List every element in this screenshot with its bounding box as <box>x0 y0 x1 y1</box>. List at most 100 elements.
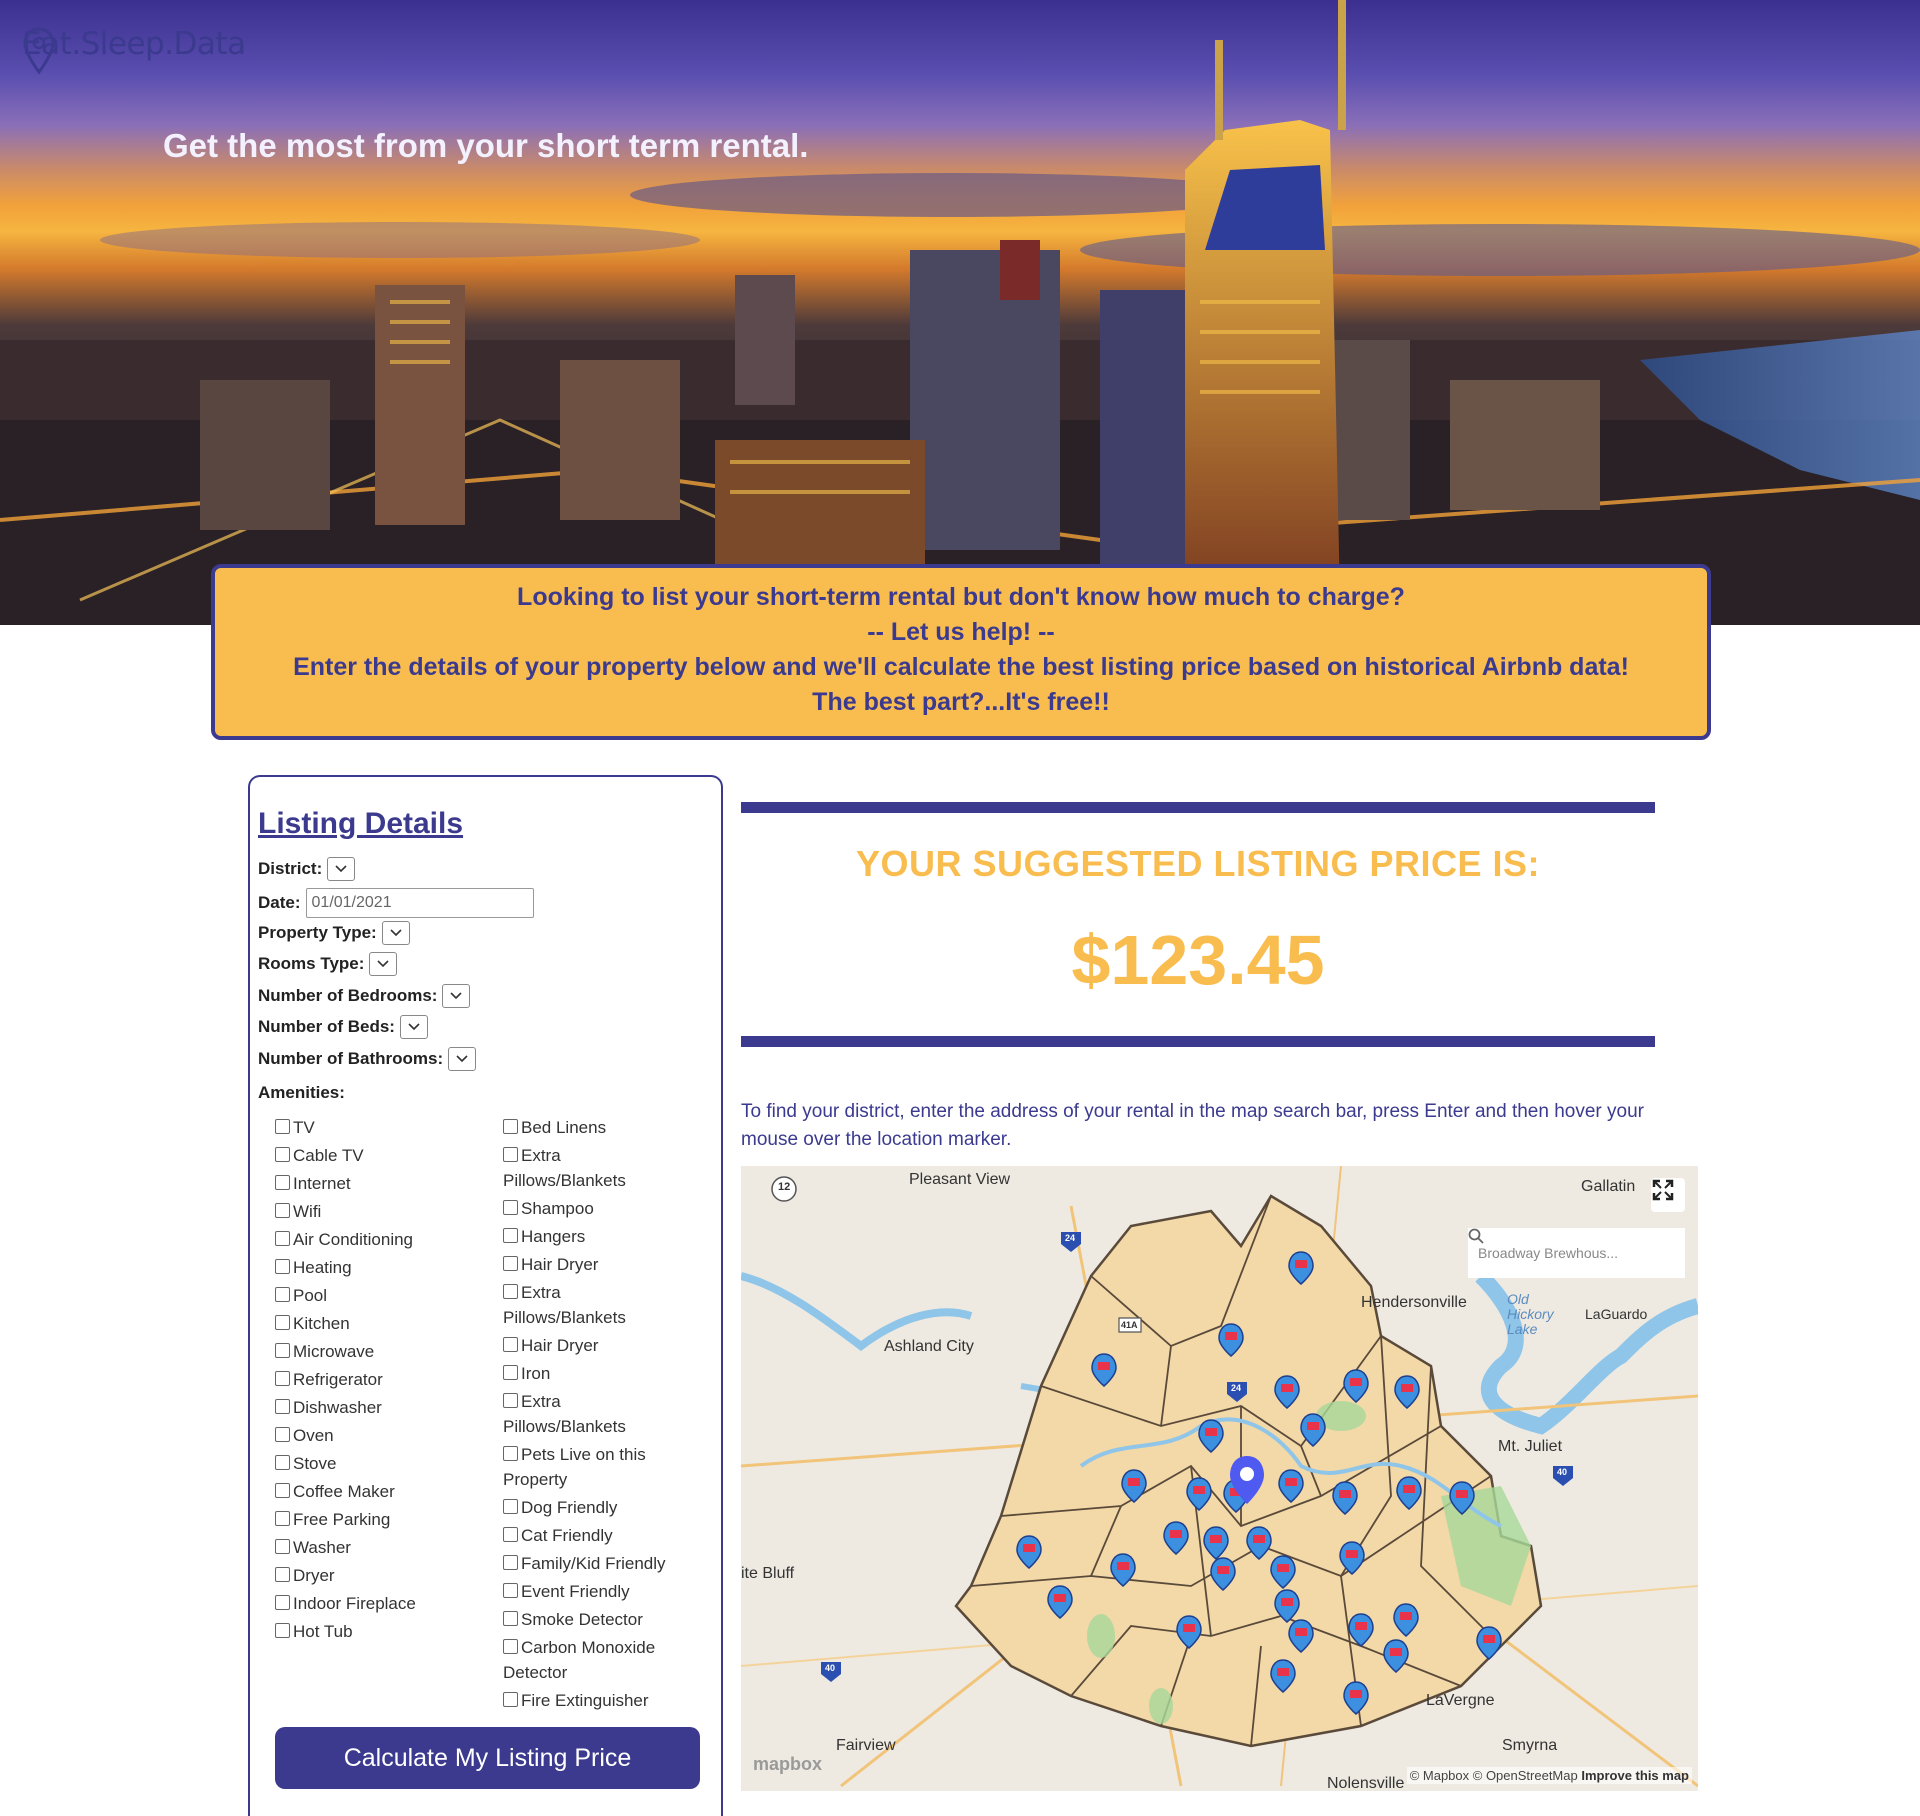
chevron-down-icon <box>456 1055 468 1063</box>
place-label: Fairview <box>836 1737 896 1754</box>
checkbox-box[interactable] <box>275 1315 290 1330</box>
amenity-checkbox[interactable]: Shampoo <box>503 1196 703 1221</box>
checkbox-box[interactable] <box>503 1555 518 1570</box>
attribution-text[interactable]: © Mapbox © OpenStreetMap <box>1410 1768 1578 1783</box>
beds-label: Number of Beds: <box>258 1017 395 1036</box>
amenity-checkbox[interactable]: Hot Tub <box>275 1619 475 1644</box>
amenity-checkbox[interactable]: Pets Live on this Property <box>503 1442 678 1492</box>
amenity-checkbox[interactable]: Family/Kid Friendly <box>503 1551 703 1576</box>
checkbox-box[interactable] <box>503 1337 518 1352</box>
amenity-checkbox[interactable]: Free Parking <box>275 1507 475 1532</box>
checkbox-box[interactable] <box>275 1343 290 1358</box>
checkbox-box[interactable] <box>275 1567 290 1582</box>
amenity-checkbox[interactable]: Washer <box>275 1535 475 1560</box>
amenity-checkbox[interactable]: Heating <box>275 1255 475 1280</box>
amenity-checkbox[interactable]: Stove <box>275 1451 475 1476</box>
amenity-checkbox[interactable]: Fire Extinguisher <box>503 1688 703 1713</box>
checkbox-box[interactable] <box>503 1119 518 1134</box>
checkbox-box[interactable] <box>275 1147 290 1162</box>
checkbox-box[interactable] <box>503 1692 518 1707</box>
improve-map-link[interactable]: Improve this map <box>1581 1768 1689 1783</box>
amenity-checkbox[interactable]: Dishwasher <box>275 1395 475 1420</box>
amenity-checkbox[interactable]: Hangers <box>503 1224 703 1249</box>
checkbox-box[interactable] <box>503 1393 518 1408</box>
checkbox-box[interactable] <box>275 1399 290 1414</box>
amenity-checkbox[interactable]: Refrigerator <box>275 1367 475 1392</box>
checkbox-box[interactable] <box>503 1228 518 1243</box>
fullscreen-button[interactable] <box>1651 1178 1685 1212</box>
checkbox-box[interactable] <box>275 1455 290 1470</box>
amenity-checkbox[interactable]: Coffee Maker <box>275 1479 475 1504</box>
amenity-checkbox[interactable]: Extra Pillows/Blankets <box>503 1389 663 1439</box>
checkbox-box[interactable] <box>275 1203 290 1218</box>
checkbox-box[interactable] <box>503 1583 518 1598</box>
rooms-type-select[interactable] <box>369 952 398 976</box>
hero-tagline: Get the most from your short term rental… <box>163 127 809 164</box>
calculate-price-button[interactable]: Calculate My Listing Price <box>275 1727 700 1789</box>
checkbox-box[interactable] <box>503 1147 518 1162</box>
route-shield-label: 41A <box>1121 1320 1138 1330</box>
amenity-checkbox[interactable]: Pool <box>275 1283 475 1308</box>
brand-logo[interactable]: Eat.Sleep.Data <box>22 26 246 75</box>
bedrooms-select[interactable] <box>442 984 471 1008</box>
checkbox-box[interactable] <box>275 1623 290 1638</box>
checkbox-box[interactable] <box>275 1483 290 1498</box>
amenity-checkbox[interactable]: Indoor Fireplace <box>275 1591 475 1616</box>
amenity-checkbox[interactable]: Dog Friendly <box>503 1495 703 1520</box>
checkbox-box[interactable] <box>275 1287 290 1302</box>
checkbox-box[interactable] <box>275 1511 290 1526</box>
place-label: Gallatin <box>1581 1178 1636 1195</box>
checkbox-box[interactable] <box>275 1539 290 1554</box>
amenity-checkbox[interactable]: Internet <box>275 1171 475 1196</box>
property-type-select[interactable] <box>381 921 410 945</box>
map-search-input[interactable] <box>1478 1245 1658 1261</box>
district-map[interactable]: 12 24 41A 24 40 40 Pleasant View Gallati… <box>741 1166 1698 1791</box>
amenity-checkbox[interactable]: Oven <box>275 1423 475 1448</box>
checkbox-box[interactable] <box>503 1200 518 1215</box>
chevron-down-icon <box>377 960 389 968</box>
checkbox-box[interactable] <box>275 1119 290 1134</box>
amenity-checkbox[interactable]: Wifi <box>275 1199 475 1224</box>
amenity-checkbox[interactable]: Extra Pillows/Blankets <box>503 1143 663 1193</box>
amenity-checkbox[interactable]: Carbon Monoxide Detector <box>503 1635 678 1685</box>
amenity-checkbox[interactable]: TV <box>275 1115 475 1140</box>
amenity-checkbox[interactable]: Extra Pillows/Blankets <box>503 1280 663 1330</box>
amenity-checkbox[interactable]: Dryer <box>275 1563 475 1588</box>
search-icon <box>1468 1228 1484 1244</box>
amenity-checkbox[interactable]: Smoke Detector <box>503 1607 703 1632</box>
amenity-checkbox[interactable]: Microwave <box>275 1339 475 1364</box>
mapbox-logo[interactable]: mapbox <box>753 1754 822 1775</box>
amenity-checkbox[interactable]: Event Friendly <box>503 1579 703 1604</box>
checkbox-box[interactable] <box>275 1595 290 1610</box>
amenity-checkbox[interactable]: Hair Dryer <box>503 1333 703 1358</box>
checkbox-box[interactable] <box>503 1446 518 1461</box>
place-label: Ashland City <box>884 1338 974 1355</box>
amenity-checkbox[interactable]: Hair Dryer <box>503 1252 703 1277</box>
amenity-checkbox[interactable]: Cable TV <box>275 1143 475 1168</box>
amenity-checkbox[interactable]: Iron <box>503 1361 703 1386</box>
checkbox-box[interactable] <box>503 1611 518 1626</box>
divider-top <box>741 802 1655 813</box>
amenity-checkbox[interactable]: Kitchen <box>275 1311 475 1336</box>
checkbox-box[interactable] <box>503 1256 518 1271</box>
checkbox-box[interactable] <box>503 1527 518 1542</box>
checkbox-box[interactable] <box>503 1499 518 1514</box>
rooms-type-field: Rooms Type: <box>258 952 398 976</box>
checkbox-box[interactable] <box>275 1427 290 1442</box>
checkbox-box[interactable] <box>275 1371 290 1386</box>
amenity-checkbox[interactable]: Air Conditioning <box>275 1227 475 1252</box>
district-select[interactable] <box>327 857 356 881</box>
map-instructions: To find your district, enter the address… <box>741 1101 1644 1150</box>
checkbox-box[interactable] <box>503 1639 518 1654</box>
amenity-checkbox[interactable]: Cat Friendly <box>503 1523 703 1548</box>
checkbox-box[interactable] <box>275 1259 290 1274</box>
bathrooms-select[interactable] <box>448 1047 477 1071</box>
checkbox-box[interactable] <box>275 1231 290 1246</box>
checkbox-box[interactable] <box>503 1284 518 1299</box>
amenity-checkbox[interactable]: Bed Linens <box>503 1115 703 1140</box>
beds-select[interactable] <box>399 1015 428 1039</box>
checkbox-box[interactable] <box>275 1175 290 1190</box>
map-search-box[interactable] <box>1468 1228 1685 1278</box>
date-input[interactable] <box>305 888 534 918</box>
checkbox-box[interactable] <box>503 1365 518 1380</box>
